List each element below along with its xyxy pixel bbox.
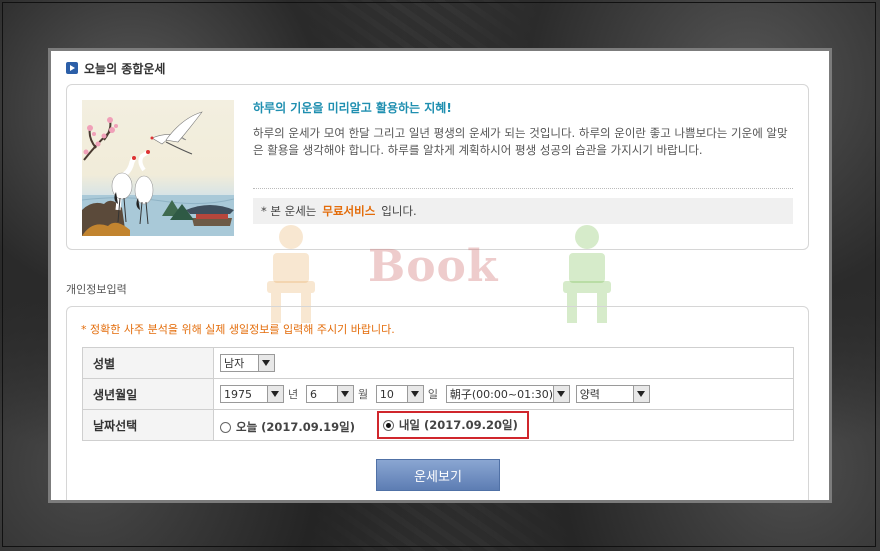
day-unit: 일: [427, 388, 439, 401]
calendar-type-select[interactable]: 양력: [575, 385, 650, 403]
crane-illustration: [82, 100, 234, 236]
today-option[interactable]: 오늘 (2017.09.19일): [220, 419, 355, 435]
dropdown-arrow-icon[interactable]: [336, 386, 353, 402]
gender-value: 남자: [224, 357, 245, 370]
section-title: 오늘의 종합운세: [84, 61, 166, 76]
free-service-label: 무료서비스: [322, 204, 376, 218]
gender-row: 성별 남자: [82, 347, 794, 379]
gender-cell: 남자: [213, 347, 794, 379]
gender-label: 성별: [82, 347, 214, 379]
intro-box: 하루의 기운을 미리알고 활용하는 지혜! 하루의 운세가 모여 한달 그리고 …: [66, 84, 809, 250]
birth-day-value: 10: [379, 387, 394, 401]
personal-info-form: * 정확한 사주 분석을 위해 실제 생일정보를 입력해 주시기 바랍니다. 성…: [66, 306, 809, 500]
view-fortune-button[interactable]: 운세보기: [376, 459, 500, 491]
fortune-panel: 오늘의 종합운세 하루의 기운을 미리알고 활용하는 지혜! 하루의 운세가 모…: [48, 48, 832, 503]
birth-year-value: 1975: [224, 387, 252, 401]
birth-day-select[interactable]: 10: [375, 385, 424, 403]
birth-cell: 1975 년 6 월 10 일 朝子(00:00~01:30) 양력: [213, 378, 794, 410]
year-unit: 년: [288, 388, 299, 401]
birth-month-select[interactable]: 6: [305, 385, 354, 403]
dropdown-arrow-icon[interactable]: [632, 386, 649, 402]
gender-select[interactable]: 남자: [220, 354, 275, 372]
notice-bar: * 본 운세는 무료서비스 입니다.: [253, 198, 793, 224]
birth-hour-value: 朝子(00:00~01:30): [449, 388, 553, 401]
tomorrow-option[interactable]: 내일 (2017.09.20일): [382, 417, 518, 433]
date-row: 날짜선택 오늘 (2017.09.19일) 내일 (2017.09.20일): [82, 409, 794, 441]
today-radio[interactable]: [220, 421, 231, 433]
calendar-type-value: 양력: [579, 388, 600, 401]
play-bullet-icon: [66, 62, 78, 74]
birth-month-value: 6: [309, 387, 317, 401]
date-cell: 오늘 (2017.09.19일) 내일 (2017.09.20일): [213, 409, 794, 441]
selection-highlight: 내일 (2017.09.20일): [376, 411, 529, 439]
tomorrow-radio[interactable]: [382, 419, 394, 431]
dropdown-arrow-icon[interactable]: [552, 386, 569, 402]
notice-suffix: 입니다.: [381, 204, 417, 218]
dropdown-arrow-icon[interactable]: [258, 355, 274, 371]
tomorrow-label[interactable]: 내일 (2017.09.20일): [399, 417, 518, 433]
section-header: 오늘의 종합운세: [66, 59, 165, 77]
month-unit: 월: [357, 388, 369, 401]
notice-prefix: * 본 운세는: [261, 204, 317, 218]
birth-year-select[interactable]: 1975: [220, 385, 284, 403]
personal-info-title: 개인정보입력: [66, 283, 127, 296]
date-label: 날짜선택: [82, 409, 214, 441]
dropdown-arrow-icon[interactable]: [406, 386, 423, 402]
birth-hour-select[interactable]: 朝子(00:00~01:30): [445, 385, 570, 403]
birth-label: 생년월일: [82, 378, 214, 410]
intro-description: 하루의 운세가 모여 한달 그리고 일년 평생의 운세가 되는 것입니다. 하루…: [253, 126, 788, 157]
today-label[interactable]: 오늘 (2017.09.19일): [236, 419, 355, 435]
form-note: * 정확한 사주 분석을 위해 실제 생일정보를 입력해 주시기 바랍니다.: [81, 323, 395, 336]
info-table: 성별 남자 생년월일 1975 년 6 월 10 일 朝子(00:00~01:3…: [82, 347, 794, 441]
dropdown-arrow-icon[interactable]: [267, 386, 283, 402]
intro-heading: 하루의 기운을 미리알고 활용하는 지혜!: [253, 101, 452, 115]
service-notice: * 본 운세는 무료서비스 입니다.: [253, 188, 793, 224]
birth-row: 생년월일 1975 년 6 월 10 일 朝子(00:00~01:30) 양력: [82, 378, 794, 410]
